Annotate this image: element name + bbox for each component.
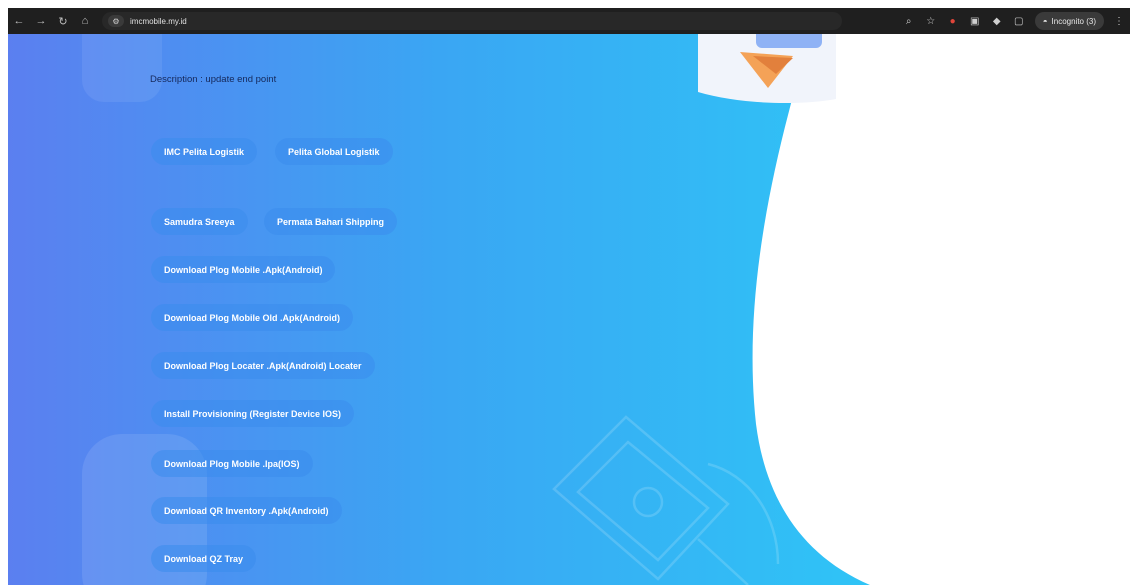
forward-arrow-icon[interactable]: →	[30, 10, 52, 32]
extension-lock-icon[interactable]: ▣	[969, 16, 981, 27]
description-text: Description : update end point	[150, 74, 277, 85]
incognito-badge[interactable]: ◓ Incognito (3)	[1034, 12, 1104, 30]
decorative-blob	[82, 34, 162, 102]
web-page: Description : update end point IMC Pelit…	[8, 34, 1130, 585]
url-text: imcmobile.my.id	[130, 16, 187, 26]
extension-puzzle-icon[interactable]: ◆	[991, 16, 1003, 27]
character-illustration	[698, 34, 836, 104]
zoom-icon[interactable]: ⌕	[903, 16, 915, 27]
permata-bahari-shipping-button[interactable]: Permata Bahari Shipping	[264, 208, 398, 235]
reload-icon[interactable]: ↻	[52, 10, 74, 32]
incognito-icon: ◓	[1042, 16, 1048, 26]
bookmark-star-icon[interactable]: ☆	[925, 16, 937, 27]
download-plog-mobile-old-apk-button[interactable]: Download Plog Mobile Old .Apk(Android)	[151, 304, 353, 331]
extensions-icon[interactable]: ▢	[1013, 16, 1025, 27]
home-icon[interactable]: ⌂	[74, 10, 96, 32]
browser-toolbar: ← → ↻ ⌂ ⚙ imcmobile.my.id ⌕ ☆ ● ▣ ◆ ▢ ◓ …	[8, 8, 1130, 34]
extension-shield-icon[interactable]: ●	[947, 16, 959, 27]
pelita-global-logistik-button[interactable]: Pelita Global Logistik	[275, 138, 393, 165]
site-settings-icon[interactable]: ⚙	[108, 15, 124, 27]
toolbar-actions: ⌕ ☆ ● ▣ ◆ ▢ ◓ Incognito (3) ⋮	[903, 8, 1124, 34]
imc-pelita-logistik-button[interactable]: IMC Pelita Logistik	[151, 138, 258, 165]
download-plog-mobile-ipa-button[interactable]: Download Plog Mobile .Ipa(IOS)	[151, 450, 313, 477]
install-provisioning-button[interactable]: Install Provisioning (Register Device IO…	[151, 400, 355, 427]
download-qz-tray-button[interactable]: Download QZ Tray	[151, 545, 257, 572]
download-plog-mobile-apk-button[interactable]: Download Plog Mobile .Apk(Android)	[151, 256, 336, 283]
download-qr-inventory-apk-button[interactable]: Download QR Inventory .Apk(Android)	[151, 497, 342, 524]
menu-kebab-icon[interactable]: ⋮	[1114, 16, 1124, 27]
back-arrow-icon[interactable]: ←	[8, 10, 30, 32]
download-plog-locater-apk-button[interactable]: Download Plog Locater .Apk(Android) Loca…	[151, 352, 375, 379]
incognito-label: Incognito (3)	[1051, 16, 1096, 26]
screen: ← → ↻ ⌂ ⚙ imcmobile.my.id ⌕ ☆ ● ▣ ◆ ▢ ◓ …	[0, 0, 1130, 585]
address-bar[interactable]: ⚙ imcmobile.my.id	[102, 12, 842, 30]
samudra-sreeya-button[interactable]: Samudra Sreeya	[151, 208, 248, 235]
